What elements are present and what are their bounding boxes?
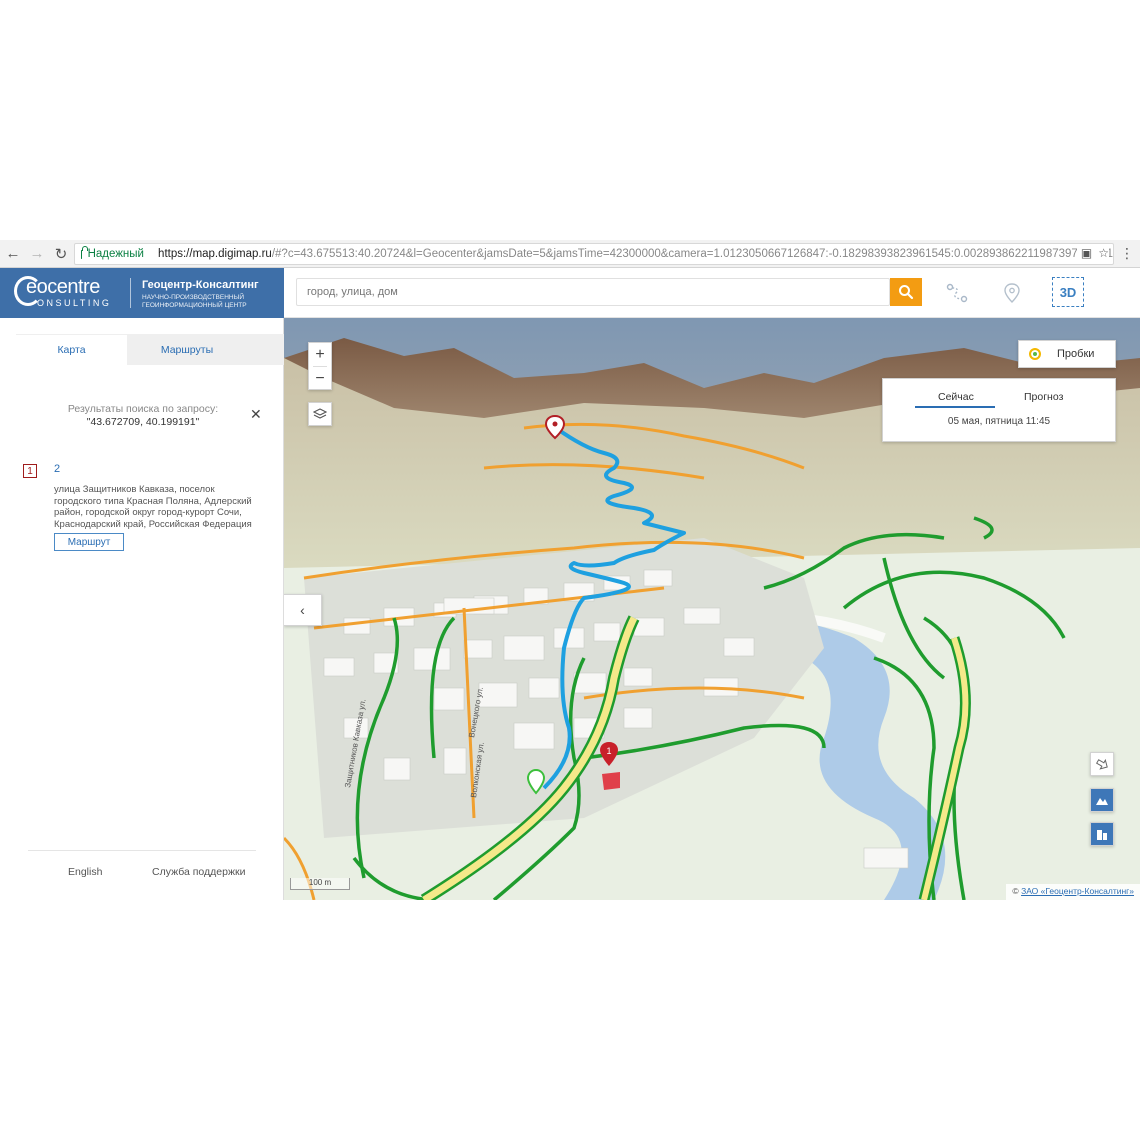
brand-block[interactable]: eocentre ONSULTING Геоцентр-Консалтинг Н…: [0, 268, 284, 318]
translate-icon[interactable]: ▣: [1081, 246, 1092, 260]
collapse-sidebar-button[interactable]: ‹: [284, 594, 322, 626]
terrain-button[interactable]: [1090, 788, 1114, 812]
place-marker-icon[interactable]: [1002, 282, 1022, 304]
back-icon[interactable]: ←: [2, 243, 24, 265]
result-marker-number: 1: [606, 746, 611, 756]
sidebar: Карта Маршруты Результаты поиска по запр…: [0, 318, 284, 900]
url-host: https://map.digimap.ru: [158, 248, 272, 260]
browser-window: ← → ↻ Надежный https://map.digimap.ru/#?…: [0, 240, 1140, 900]
search-button[interactable]: [890, 278, 922, 306]
map-view[interactable]: 1 Вонецкого ул. Защитников Кавказа ул. В…: [284, 318, 1140, 900]
reload-icon[interactable]: ↻: [50, 243, 72, 265]
tab-forecast[interactable]: Прогноз: [1024, 391, 1063, 403]
result-address: улица Защитников Кавказа, поселок городс…: [54, 484, 252, 530]
buildings-button[interactable]: [1090, 822, 1114, 846]
results-query: "43.672709, 40.199191": [86, 416, 200, 428]
active-tab-indicator: [915, 406, 995, 408]
brand-divider: [130, 278, 131, 308]
traffic-light-icon: [1029, 348, 1041, 360]
traffic-datetime: 05 мая, пятница 11:45: [947, 416, 1051, 427]
mountain-icon: [1096, 798, 1108, 805]
tab-map[interactable]: Карта: [16, 334, 127, 365]
footer-divider: [28, 850, 256, 851]
route-button[interactable]: Маршрут: [54, 533, 124, 551]
search-box: [296, 278, 890, 306]
search-icon: [899, 285, 914, 300]
zoom-control: + −: [308, 342, 332, 390]
results-heading: Результаты поиска по запросу: "43.672709…: [38, 403, 248, 429]
tab-now[interactable]: Сейчас: [938, 391, 974, 403]
layers-icon: [313, 408, 327, 419]
traffic-label: Пробки: [1057, 348, 1095, 360]
url-path: /#?c=43.675513:40.20724&l=Geocenter&jams…: [271, 248, 1113, 260]
lock-icon: [81, 245, 85, 259]
logo-sub: ONSULTING: [37, 298, 112, 308]
result-index-badge: 1: [23, 464, 37, 478]
buildings-icon: [1097, 830, 1107, 840]
map-scale: 100 m: [290, 878, 350, 890]
brand-title: Геоцентр-Консалтинг: [142, 279, 259, 291]
app-header: eocentre ONSULTING Геоцентр-Консалтинг Н…: [0, 268, 1140, 318]
mode-3d-button[interactable]: 3D: [1052, 277, 1084, 307]
pitch-button[interactable]: [1090, 752, 1114, 776]
language-link[interactable]: English: [68, 866, 102, 878]
zoom-out-button[interactable]: −: [309, 367, 331, 390]
address-bar[interactable]: Надежный https://map.digimap.ru/#?c=43.6…: [74, 243, 1114, 265]
result-building: [602, 772, 620, 790]
forward-icon[interactable]: →: [26, 243, 48, 265]
browser-menu-icon[interactable]: ⋮: [1120, 245, 1134, 262]
route-planner-icon[interactable]: [946, 283, 968, 303]
tab-routes[interactable]: Маршруты: [127, 334, 247, 365]
traffic-time-panel: Сейчас Прогноз 05 мая, пятница 11:45: [882, 378, 1116, 442]
layers-button[interactable]: [308, 402, 332, 426]
map-copyright: © ЗАО «Геоцентр-Консалтинг»: [1006, 884, 1140, 900]
zoom-in-button[interactable]: +: [309, 343, 331, 366]
secure-label: Надежный: [87, 248, 144, 260]
results-heading-text: Результаты поиска по запросу:: [67, 403, 219, 415]
omnibox-actions: ▣ ☆: [1076, 246, 1109, 260]
copyright-symbol: ©: [1012, 886, 1019, 896]
search-input[interactable]: [297, 279, 889, 305]
copyright-link[interactable]: ЗАО «Геоцентр-Консалтинг»: [1021, 886, 1134, 896]
chevron-left-icon: ‹: [300, 602, 305, 618]
bookmark-star-icon[interactable]: ☆: [1098, 246, 1109, 260]
logo-word: eocentre: [26, 276, 100, 298]
traffic-toggle[interactable]: Пробки: [1018, 340, 1116, 368]
sidebar-tabs: Карта Маршруты: [16, 334, 284, 365]
support-link[interactable]: Служба поддержки: [152, 866, 245, 878]
close-results-icon[interactable]: ✕: [250, 406, 262, 423]
tilt-arrow-icon: [1095, 758, 1108, 770]
browser-toolbar: ← → ↻ Надежный https://map.digimap.ru/#?…: [0, 240, 1140, 268]
brand-subtitle: НАУЧНО-ПРОИЗВОДСТВЕННЫЙ ГЕОИНФОРМАЦИОННЫ…: [142, 294, 247, 309]
result-title-link[interactable]: 2: [54, 463, 60, 475]
